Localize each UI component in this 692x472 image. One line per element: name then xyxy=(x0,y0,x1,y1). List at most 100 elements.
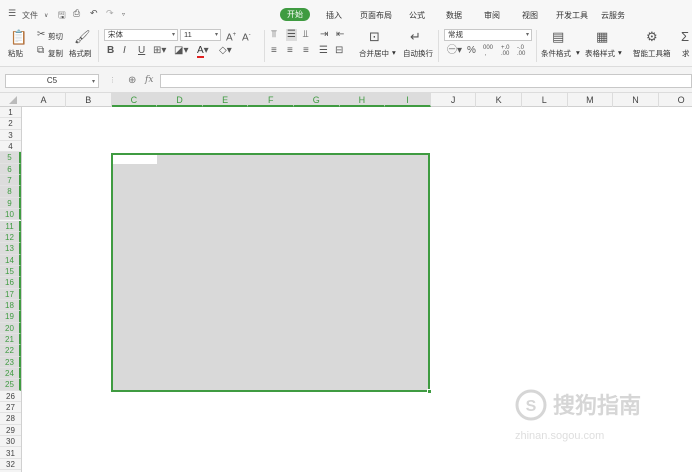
active-cell[interactable] xyxy=(113,155,157,164)
function-icon[interactable]: fx xyxy=(145,75,153,85)
row-header-15[interactable]: 15 xyxy=(0,265,21,278)
column-header-b[interactable]: B xyxy=(66,93,112,107)
column-header-i[interactable]: I xyxy=(385,93,431,107)
drag-handle-icon[interactable]: ⋮ xyxy=(109,76,116,84)
column-header-j[interactable]: J xyxy=(431,93,477,107)
copy-button[interactable]: 复制 xyxy=(48,48,63,59)
conditional-format-button[interactable]: 条件格式 xyxy=(541,48,571,59)
column-header-n[interactable]: N xyxy=(613,93,659,107)
customize-chevron-icon[interactable]: ▿ xyxy=(122,11,125,18)
tab-home[interactable]: 开始 xyxy=(280,8,310,21)
paste-button[interactable]: 粘贴 xyxy=(8,48,23,59)
file-menu[interactable]: 文件 xyxy=(22,10,38,21)
tab-cloud[interactable]: 云服务 xyxy=(601,10,625,21)
increase-decimal-icon[interactable]: +.0.00 xyxy=(501,45,510,57)
row-header-32[interactable]: 32 xyxy=(0,459,21,471)
conditional-format-icon[interactable]: ▤ xyxy=(552,30,564,43)
conditional-format-chevron-icon[interactable]: ▾ xyxy=(576,48,580,57)
merge-center-button[interactable]: 合并居中 xyxy=(359,48,389,59)
row-header-21[interactable]: 21 xyxy=(0,334,21,346)
row-header-10[interactable]: 10 xyxy=(0,209,21,221)
outdent-icon[interactable]: ⇤ xyxy=(336,30,344,40)
column-header-k[interactable]: K xyxy=(476,93,522,107)
decrease-font-icon[interactable]: A- xyxy=(242,30,251,43)
column-header-e[interactable]: E xyxy=(202,93,249,107)
tab-review[interactable]: 审阅 xyxy=(484,10,500,21)
align-left-icon[interactable]: ≡ xyxy=(271,46,277,56)
row-header-14[interactable]: 14 xyxy=(0,254,21,266)
row-header-7[interactable]: 7 xyxy=(0,175,21,187)
row-header-20[interactable]: 20 xyxy=(0,322,21,334)
cut-icon[interactable]: ✂ xyxy=(37,30,45,40)
row-header-30[interactable]: 30 xyxy=(0,436,21,448)
italic-icon[interactable]: I xyxy=(123,46,126,56)
column-header-l[interactable]: L xyxy=(522,93,568,107)
row-header-3[interactable]: 3 xyxy=(0,130,21,142)
align-right-icon[interactable]: ≡ xyxy=(303,46,309,56)
save-icon[interactable]: 🖫 xyxy=(58,8,66,24)
redo-icon[interactable]: ↷ xyxy=(106,8,114,19)
column-header-g[interactable]: G xyxy=(294,93,340,107)
wrap-text-button[interactable]: 自动换行 xyxy=(403,48,433,59)
column-header-o[interactable]: O xyxy=(659,93,692,107)
tab-insert[interactable]: 插入 xyxy=(326,10,342,21)
tab-developer[interactable]: 开发工具 xyxy=(556,10,588,21)
tab-formulas[interactable]: 公式 xyxy=(409,10,425,21)
row-header-24[interactable]: 24 xyxy=(0,368,21,380)
table-style-chevron-icon[interactable]: ▾ xyxy=(618,48,622,57)
row-header-28[interactable]: 28 xyxy=(0,413,21,425)
row-header-8[interactable]: 8 xyxy=(0,186,21,198)
column-header-m[interactable]: M xyxy=(568,93,614,107)
row-header-19[interactable]: 19 xyxy=(0,311,21,323)
hamburger-menu-icon[interactable]: ☰ xyxy=(8,8,16,19)
row-header-16[interactable]: 16 xyxy=(0,277,21,289)
name-box-chevron-icon[interactable]: ▾ xyxy=(92,78,95,85)
align-top-icon[interactable]: ⫪ xyxy=(271,30,277,40)
wrap-text-icon[interactable]: ↵ xyxy=(410,30,421,43)
bold-icon[interactable]: B xyxy=(107,46,114,56)
selected-range[interactable] xyxy=(111,153,430,392)
sum-button[interactable]: 求 xyxy=(682,48,690,59)
column-header-d[interactable]: D xyxy=(157,93,203,107)
align-middle-icon[interactable]: ☰ xyxy=(286,29,297,41)
print-icon[interactable]: ⎙ xyxy=(73,8,80,19)
row-header-22[interactable]: 22 xyxy=(0,345,21,357)
underline-icon[interactable]: U xyxy=(138,46,145,56)
column-header-f[interactable]: F xyxy=(248,93,294,107)
row-header-31[interactable]: 31 xyxy=(0,448,21,459)
currency-icon[interactable]: ㊀▾ xyxy=(447,46,462,56)
decrease-decimal-icon[interactable]: -.0.00 xyxy=(517,45,525,57)
table-style-icon[interactable]: ▦ xyxy=(596,30,608,43)
indent-icon[interactable]: ⇥ xyxy=(320,30,328,40)
fill-handle[interactable] xyxy=(427,389,432,394)
font-size-select[interactable]: 11 ▾ xyxy=(180,29,221,41)
border-icon[interactable]: ⊞▾ xyxy=(153,46,166,56)
row-header-23[interactable]: 23 xyxy=(0,356,21,369)
font-color-icon[interactable]: A▾ xyxy=(197,45,209,58)
copy-icon[interactable]: ⧉ xyxy=(37,46,44,56)
row-header-12[interactable]: 12 xyxy=(0,231,21,244)
formula-input[interactable] xyxy=(160,74,692,88)
column-header-h[interactable]: H xyxy=(339,93,386,107)
row-header-6[interactable]: 6 xyxy=(0,163,21,176)
sum-icon[interactable]: Σ xyxy=(681,30,689,43)
column-header-a[interactable]: A xyxy=(22,93,66,107)
table-style-button[interactable]: 表格样式 xyxy=(585,48,615,59)
row-header-27[interactable]: 27 xyxy=(0,402,21,414)
row-header-18[interactable]: 18 xyxy=(0,299,21,312)
row-header-2[interactable]: 2 xyxy=(0,118,21,130)
format-painter-icon[interactable]: 🖌 xyxy=(74,30,91,43)
distribute-icon[interactable]: ⊟ xyxy=(335,46,343,56)
number-format-select[interactable]: 常规 ▾ xyxy=(444,29,532,41)
merge-center-icon[interactable]: ⊡ xyxy=(369,30,380,43)
tab-page-layout[interactable]: 页面布局 xyxy=(360,10,392,21)
align-center-icon[interactable]: ≡ xyxy=(287,46,293,56)
row-header-13[interactable]: 13 xyxy=(0,243,21,255)
row-header-4[interactable]: 4 xyxy=(0,141,21,153)
zoom-icon[interactable]: ⊕ xyxy=(128,75,136,86)
merge-center-chevron-icon[interactable]: ▾ xyxy=(392,48,396,57)
font-name-select[interactable]: 宋体 ▾ xyxy=(104,29,178,41)
row-header-1[interactable]: 1 xyxy=(0,107,21,119)
column-header-c[interactable]: C xyxy=(111,93,158,107)
thousands-separator-icon[interactable]: 000 , xyxy=(483,45,493,57)
